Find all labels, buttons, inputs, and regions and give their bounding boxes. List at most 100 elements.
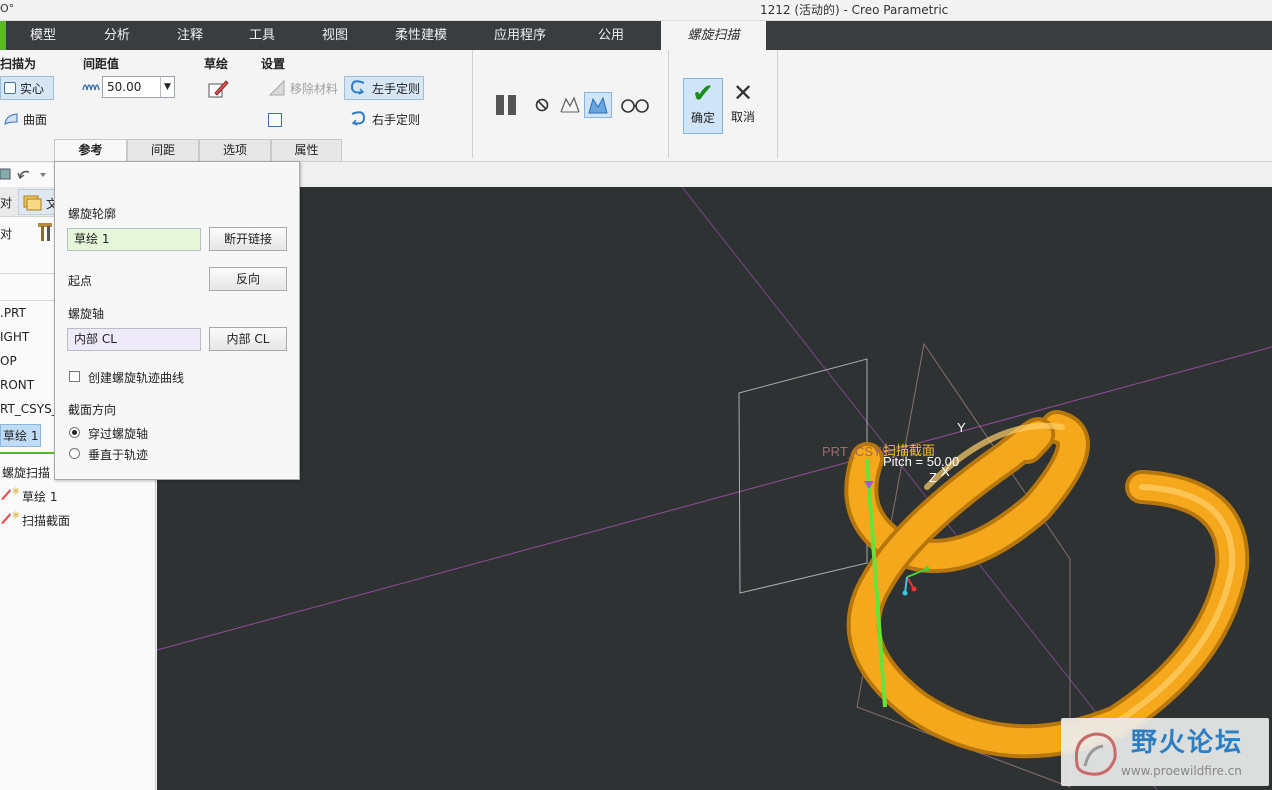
tab-view[interactable]: 视图 (310, 21, 360, 50)
folder-tab[interactable]: 文 (18, 189, 58, 215)
unlink-button[interactable]: 断开链接 (209, 227, 287, 251)
sketch-group-label: 草绘 (204, 57, 229, 71)
sketch-button[interactable] (207, 79, 229, 99)
geometry-preview-icon[interactable] (558, 94, 582, 116)
section-orientation-label: 截面方向 (68, 403, 117, 417)
ribbon-tab-bar: 模型 分析 注释 工具 视图 柔性建模 应用程序 公用 螺旋扫描 (0, 21, 1272, 50)
close-icon: ✕ (732, 79, 754, 107)
checkmark-icon: ✔ (692, 79, 714, 109)
surface-button[interactable]: 曲面 (0, 107, 50, 131)
tab-applications[interactable]: 应用程序 (484, 21, 556, 50)
tree-sub-sweep-section[interactable]: 扫描截面 (22, 512, 70, 529)
pitch-value: 50.00 (107, 80, 142, 94)
internal-cl-button[interactable]: 内部 CL (209, 327, 287, 351)
tab-common[interactable]: 公用 (588, 21, 634, 50)
title-bar: O° 1212 (活动的) - Creo Parametric (0, 0, 1272, 21)
axis-x-label: X (941, 464, 950, 479)
tab-helical-sweep[interactable]: 螺旋扫描 (661, 21, 766, 50)
tab-annotate[interactable]: 注释 (165, 21, 215, 50)
axis-y-label: Y (957, 420, 966, 435)
csys-label: PRT_CSYS (822, 444, 891, 459)
ok-button[interactable]: ✔ 确定 (683, 78, 723, 134)
tree-item-helical-sweep[interactable]: 螺旋扫描 (2, 464, 50, 481)
left-hand-rule-icon (350, 80, 365, 95)
tree-sub-sketch1[interactable]: 草绘 1 (22, 488, 57, 505)
create-curve-checkbox[interactable] (69, 371, 80, 382)
right-hand-rule-icon (351, 111, 366, 126)
normal-to-trajectory-radio[interactable] (69, 448, 80, 459)
tab-model[interactable]: 模型 (18, 21, 68, 50)
tab-analysis[interactable]: 分析 (92, 21, 142, 50)
helix-axis-collector[interactable]: 内部 CL (67, 328, 201, 351)
axis-z-label: Z (929, 470, 937, 485)
tree-item-right[interactable]: IGHT (0, 330, 29, 344)
forum-title: 野火论坛 (1131, 728, 1244, 758)
verify-preview-button[interactable] (584, 92, 612, 118)
file-tab-accent[interactable] (0, 21, 6, 50)
window-title: 1212 (活动的) - Creo Parametric (760, 3, 949, 17)
surface-label: 曲面 (23, 112, 48, 127)
tab-flexible-modeling[interactable]: 柔性建模 (385, 21, 457, 50)
layer-tab[interactable]: 对 (0, 225, 12, 242)
new-marker-icon: ※ (12, 487, 20, 497)
normal-to-trajectory-label: 垂直于轨迹 (88, 448, 149, 462)
ribbon-separator (777, 50, 778, 158)
folder-icon (23, 195, 42, 211)
helix-axis-label: 螺旋轴 (68, 307, 105, 321)
new-marker-icon: ※ (12, 511, 20, 521)
references-panel: 螺旋轮廓 草绘 1 断开链接 起点 反向 螺旋轴 内部 CL 内部 CL 创建螺… (54, 161, 300, 480)
glasses-icon[interactable] (620, 96, 650, 114)
helix-profile-collector[interactable]: 草绘 1 (67, 228, 201, 251)
solid-button[interactable]: 实心 (0, 76, 54, 100)
ok-label: 确定 (690, 111, 715, 125)
start-point-label: 起点 (68, 274, 93, 288)
graphics-toolbar-strip (157, 163, 1272, 187)
tab-properties[interactable]: 属性 (271, 139, 342, 161)
model-graphics[interactable]: PRT_CSYS 扫描截面 Pitch = 50.00 Y X Z (157, 187, 1272, 790)
model-tree-tab[interactable]: 对 (0, 194, 12, 211)
undo-icon[interactable] (16, 167, 48, 183)
tree-item-csys[interactable]: RT_CSYS_ (0, 402, 58, 416)
tab-references[interactable]: 参考 (54, 139, 127, 161)
forum-logo-icon (1074, 732, 1117, 776)
helix-profile-label: 螺旋轮廓 (68, 207, 117, 221)
solid-icon (4, 82, 16, 94)
right-handed-button[interactable]: 右手定则 (345, 107, 423, 131)
tab-options[interactable]: 选项 (199, 139, 271, 161)
tab-tools[interactable]: 工具 (237, 21, 287, 50)
through-axis-label: 穿过螺旋轴 (88, 427, 149, 441)
create-curve-label: 创建螺旋轨迹曲线 (88, 371, 185, 385)
pitch-input[interactable]: 50.00 ▼ (102, 76, 175, 98)
no-preview-icon[interactable] (534, 97, 550, 113)
tree-feature-divider (0, 452, 58, 454)
remove-material-label: 移除材料 (290, 81, 339, 96)
tree-item-top[interactable]: OP (0, 354, 17, 368)
remove-material-icon (268, 79, 285, 96)
ribbon-separator (472, 50, 473, 158)
surface-icon (4, 113, 18, 126)
tree-item-front[interactable]: RONT (0, 378, 34, 392)
left-handed-label: 左手定则 (372, 81, 421, 96)
cancel-label: 取消 (730, 110, 755, 124)
verify-preview-icon (588, 96, 608, 114)
pitch-icon (82, 84, 100, 91)
chevron-down-icon[interactable]: ▼ (160, 77, 174, 97)
tab-pitch[interactable]: 间距 (127, 139, 199, 161)
left-handed-button[interactable]: 左手定则 (344, 76, 424, 100)
sketch-icon (1, 513, 11, 524)
tree-item-prt[interactable]: .PRT (0, 306, 26, 320)
remove-material-button[interactable]: 移除材料 (265, 76, 341, 100)
settings-label: 设置 (261, 57, 286, 71)
tree-item-sketch1[interactable]: 草绘 1 (0, 424, 42, 447)
flip-button[interactable]: 反向 (209, 267, 287, 291)
through-axis-radio[interactable] (69, 427, 80, 438)
save-icon[interactable] (0, 167, 12, 181)
cancel-button[interactable]: ✕ 取消 (726, 78, 760, 134)
app-logo: O° (0, 2, 15, 15)
tools-icon[interactable] (36, 221, 56, 243)
forum-url: www.proewildfire.cn (1121, 764, 1242, 778)
pause-icon[interactable] (494, 93, 520, 117)
sketch-icon (1, 489, 11, 500)
graphics-viewport[interactable]: PRT_CSYS 扫描截面 Pitch = 50.00 Y X Z (157, 187, 1272, 790)
trim-checkbox-icon[interactable] (268, 113, 282, 127)
